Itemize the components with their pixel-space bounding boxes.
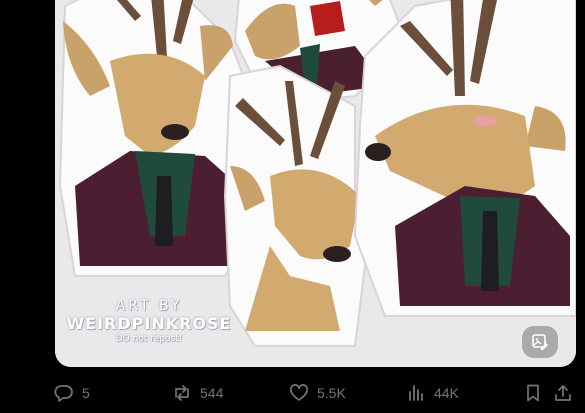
share-button[interactable] [553, 381, 573, 405]
post-action-bar: 5 544 5.5K 44K [0, 375, 585, 413]
watermark-line2: WEIRDPINKROSE [66, 314, 232, 333]
image-edit-button[interactable] [522, 326, 558, 358]
deer-right [353, 0, 576, 317]
reply-count: 5 [82, 385, 90, 401]
reply-button[interactable]: 5 [54, 381, 90, 405]
watermark: ART BY WEIRDPINKROSE DO not repost! [64, 298, 234, 344]
deer-left [58, 0, 256, 277]
repost-button[interactable]: 544 [172, 381, 223, 405]
watermark-line1: ART BY [115, 298, 183, 314]
bookmark-button[interactable] [523, 381, 543, 405]
bookmark-icon [527, 384, 539, 402]
views-button[interactable]: 44K [406, 381, 459, 405]
repost-count: 544 [200, 385, 224, 401]
views-bar-chart-icon [409, 385, 423, 401]
repost-icon [175, 385, 189, 401]
heart-icon [290, 384, 308, 401]
share-icon [555, 385, 571, 401]
watermark-line3: DO not repost! [115, 334, 183, 344]
reply-icon [54, 385, 73, 402]
views-count: 44K [434, 385, 459, 401]
post-media-image[interactable]: ART BY WEIRDPINKROSE DO not repost! [55, 0, 576, 367]
like-count: 5.5K [317, 385, 346, 401]
image-edit-icon [532, 334, 548, 350]
like-button[interactable]: 5.5K [289, 381, 346, 405]
